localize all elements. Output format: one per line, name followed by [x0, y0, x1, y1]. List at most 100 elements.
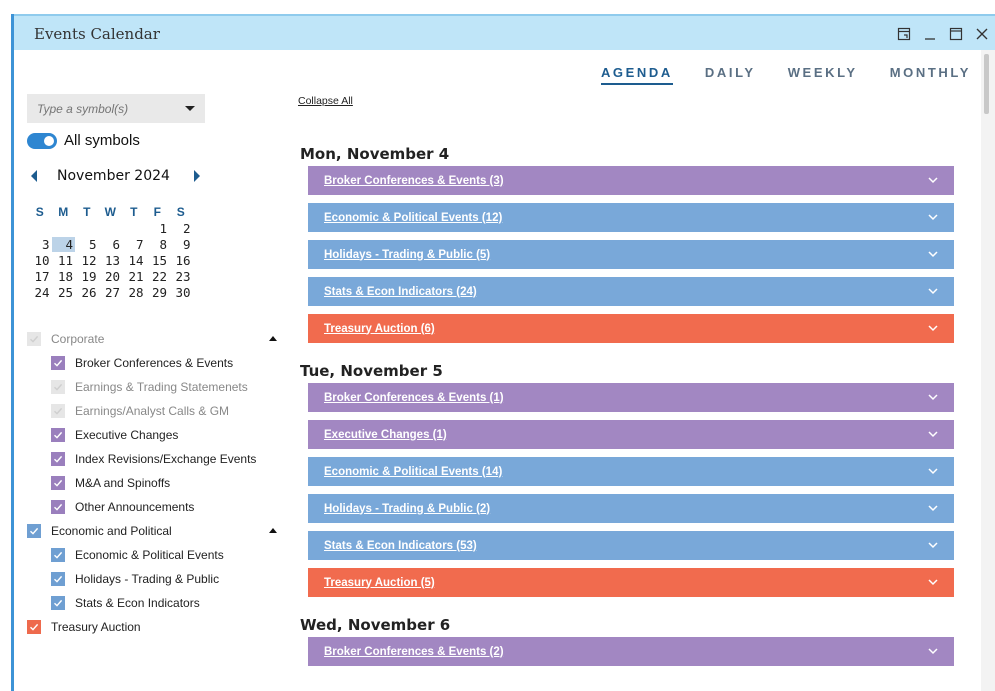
symbol-search[interactable]	[27, 94, 205, 123]
filter-holidays-trading-public[interactable]: Holidays - Trading & Public	[27, 567, 277, 591]
filter-earnings-analyst-calls-gm[interactable]: Earnings/Analyst Calls & GM	[27, 399, 277, 423]
checkbox-icon[interactable]	[51, 428, 65, 442]
event-group-label[interactable]: Stats & Econ Indicators (24)	[324, 286, 477, 298]
calendar-day[interactable]: 27	[99, 285, 123, 300]
calendar-day[interactable]: 7	[122, 237, 146, 252]
close-icon[interactable]	[969, 24, 995, 44]
next-month-icon[interactable]	[193, 170, 200, 182]
event-group-holidays-trading-public[interactable]: Holidays - Trading & Public (5)	[308, 240, 954, 269]
filter-other-announcements[interactable]: Other Announcements	[27, 495, 277, 519]
event-group-stats-econ-indicators[interactable]: Stats & Econ Indicators (53)	[308, 531, 954, 560]
calendar-day[interactable]: 10	[28, 253, 52, 268]
chevron-down-icon[interactable]	[927, 283, 939, 301]
tab-monthly[interactable]: MONTHLY	[890, 65, 971, 85]
minimize-icon[interactable]	[917, 24, 943, 44]
event-group-label[interactable]: Treasury Auction (6)	[324, 323, 435, 335]
event-group-broker-conferences-events[interactable]: Broker Conferences & Events (2)	[308, 637, 954, 666]
checkbox-icon[interactable]	[51, 356, 65, 370]
event-group-label[interactable]: Treasury Auction (5)	[324, 577, 435, 589]
chevron-down-icon[interactable]	[927, 172, 939, 190]
event-group-holidays-trading-public[interactable]: Holidays - Trading & Public (2)	[308, 494, 954, 523]
collapse-all-link[interactable]: Collapse All	[298, 95, 353, 107]
calendar-day[interactable]: 18	[52, 269, 76, 284]
event-group-label[interactable]: Executive Changes (1)	[324, 429, 447, 441]
symbol-input[interactable]	[37, 101, 177, 116]
calendar-day[interactable]: 4	[51, 236, 75, 252]
event-group-label[interactable]: Holidays - Trading & Public (2)	[324, 503, 490, 515]
calendar-day[interactable]: 13	[99, 253, 123, 268]
calendar-day[interactable]: 15	[146, 253, 170, 268]
calendar-day[interactable]: 5	[75, 237, 99, 252]
filter-economic-political-events[interactable]: Economic & Political Events	[27, 543, 277, 567]
tab-agenda[interactable]: AGENDA	[600, 65, 673, 85]
event-group-label[interactable]: Broker Conferences & Events (3)	[324, 175, 504, 187]
calendar-day[interactable]: 22	[146, 269, 170, 284]
chevron-down-icon[interactable]	[927, 500, 939, 518]
collapse-triangle-icon[interactable]	[269, 336, 277, 341]
chevron-down-icon[interactable]	[927, 320, 939, 338]
event-group-label[interactable]: Holidays - Trading & Public (5)	[324, 249, 490, 261]
calendar-day[interactable]: 17	[28, 269, 52, 284]
calendar-day[interactable]: 29	[146, 285, 170, 300]
calendar-day[interactable]: 28	[122, 285, 146, 300]
chevron-down-icon[interactable]	[927, 246, 939, 264]
filter-earnings-trading-statemenets[interactable]: Earnings & Trading Statemenets	[27, 375, 277, 399]
all-symbols-toggle[interactable]	[27, 132, 57, 149]
event-group-treasury-auction[interactable]: Treasury Auction (6)	[308, 314, 954, 343]
filter-corporate[interactable]: Corporate	[27, 327, 277, 351]
chevron-down-icon[interactable]	[927, 643, 939, 661]
filter-economic-and-political[interactable]: Economic and Political	[27, 519, 277, 543]
calendar-day[interactable]: 8	[146, 237, 170, 252]
checkbox-icon[interactable]	[51, 596, 65, 610]
event-group-stats-econ-indicators[interactable]: Stats & Econ Indicators (24)	[308, 277, 954, 306]
calendar-day[interactable]: 6	[99, 237, 123, 252]
calendar-day[interactable]: 21	[122, 269, 146, 284]
calendar-day[interactable]: 9	[169, 237, 193, 252]
calendar-day[interactable]: 2	[169, 221, 193, 236]
collapse-triangle-icon[interactable]	[269, 528, 277, 533]
maximize-icon[interactable]	[943, 24, 969, 44]
checkbox-icon[interactable]	[51, 572, 65, 586]
event-group-economic-political-events[interactable]: Economic & Political Events (12)	[308, 203, 954, 232]
calendar-day[interactable]: 12	[75, 253, 99, 268]
chevron-down-icon[interactable]	[927, 426, 939, 444]
checkbox-icon[interactable]	[51, 452, 65, 466]
chevron-down-icon[interactable]	[927, 574, 939, 592]
event-group-broker-conferences-events[interactable]: Broker Conferences & Events (3)	[308, 166, 954, 195]
calendar-day[interactable]: 30	[169, 285, 193, 300]
checkbox-icon[interactable]	[51, 380, 65, 394]
event-group-label[interactable]: Broker Conferences & Events (2)	[324, 646, 504, 658]
checkbox-icon[interactable]	[51, 500, 65, 514]
scrollbar-thumb[interactable]	[984, 54, 989, 114]
filter-m-a-and-spinoffs[interactable]: M&A and Spinoffs	[27, 471, 277, 495]
prev-month-icon[interactable]	[31, 170, 37, 182]
checkbox-icon[interactable]	[27, 620, 41, 634]
chevron-down-icon[interactable]	[927, 209, 939, 227]
calendar-day[interactable]: 3	[28, 237, 52, 252]
filter-broker-conferences-events[interactable]: Broker Conferences & Events	[27, 351, 277, 375]
calendar-day[interactable]: 14	[122, 253, 146, 268]
event-group-label[interactable]: Stats & Econ Indicators (53)	[324, 540, 477, 552]
event-group-broker-conferences-events[interactable]: Broker Conferences & Events (1)	[308, 383, 954, 412]
calendar-day[interactable]: 25	[52, 285, 76, 300]
checkbox-icon[interactable]	[27, 332, 41, 346]
checkbox-icon[interactable]	[51, 476, 65, 490]
checkbox-icon[interactable]	[51, 404, 65, 418]
scrollbar[interactable]	[981, 50, 995, 691]
filter-stats-econ-indicators[interactable]: Stats & Econ Indicators	[27, 591, 277, 615]
calendar-day[interactable]: 20	[99, 269, 123, 284]
filter-executive-changes[interactable]: Executive Changes	[27, 423, 277, 447]
chevron-down-icon[interactable]	[927, 389, 939, 407]
calendar-day[interactable]: 16	[169, 253, 193, 268]
tab-weekly[interactable]: WEEKLY	[788, 65, 858, 85]
event-group-label[interactable]: Economic & Political Events (14)	[324, 466, 502, 478]
calendar-day[interactable]: 23	[169, 269, 193, 284]
calendar-day[interactable]: 11	[52, 253, 76, 268]
checkbox-icon[interactable]	[51, 548, 65, 562]
filter-treasury-auction[interactable]: Treasury Auction	[27, 615, 277, 639]
event-group-label[interactable]: Broker Conferences & Events (1)	[324, 392, 504, 404]
popout-icon[interactable]	[891, 24, 917, 44]
event-group-economic-political-events[interactable]: Economic & Political Events (14)	[308, 457, 954, 486]
calendar-day[interactable]: 19	[75, 269, 99, 284]
calendar-day[interactable]: 26	[75, 285, 99, 300]
